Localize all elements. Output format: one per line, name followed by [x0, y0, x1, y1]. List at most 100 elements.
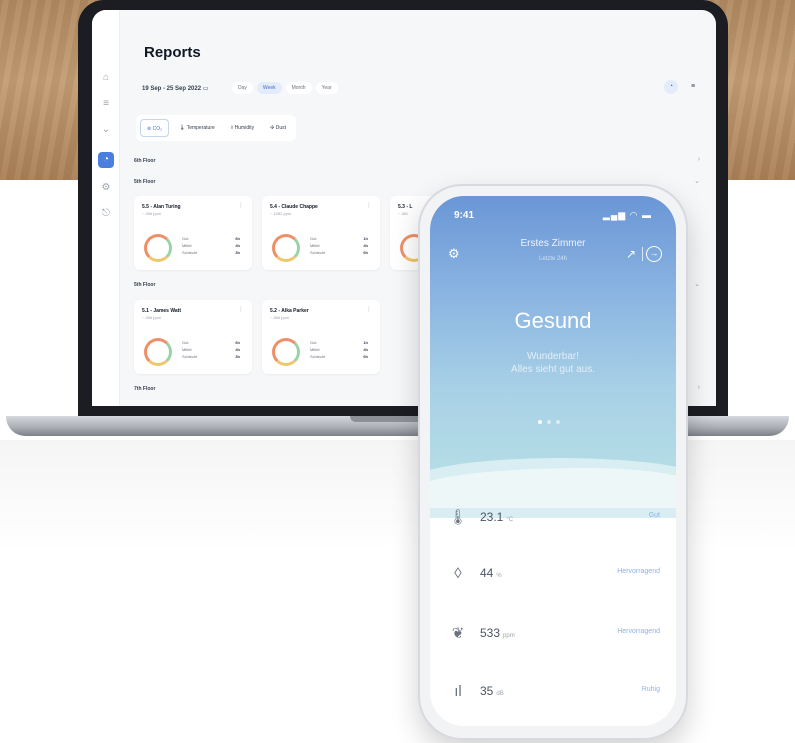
page-dot[interactable]: [547, 420, 551, 424]
legend-bad: Schlecht: [310, 250, 326, 255]
floor-header[interactable]: 5th Floor: [134, 179, 155, 185]
tab-co2[interactable]: ⊚ CO₂: [140, 119, 170, 137]
floor-header[interactable]: 6th Floor: [134, 158, 155, 164]
page-indicator: [538, 420, 560, 424]
legend-medium: Mittel: [182, 243, 192, 248]
chart-view-icon[interactable]: ◔: [664, 80, 678, 94]
sidebar-rail: ⌂ ≡ ⌄ ◔ ⚙ ⎋: [92, 10, 120, 406]
tab-humidity[interactable]: ◊ Humidity: [225, 119, 260, 137]
reading-row-temperature[interactable]: 🌡 23.1 °C Gut: [430, 492, 676, 548]
value-bad: 3h: [235, 250, 240, 255]
page-dot[interactable]: [556, 420, 560, 424]
room-name: 5.5 - Alan Turing: [142, 204, 181, 210]
value-bad: 6h: [363, 354, 368, 359]
reading-unit: dB: [496, 691, 504, 697]
list-icon[interactable]: ≡: [98, 96, 114, 112]
room-card[interactable]: 5.5 - Alan Turing ~ 456 ppm ⋮ Gut Mittel…: [134, 196, 252, 270]
reading-unit: °C: [506, 517, 514, 523]
donut-chart: [272, 234, 300, 262]
reports-icon[interactable]: ◔: [98, 152, 114, 168]
reading-rating: Gut: [648, 512, 660, 519]
reading-number: 23.1: [480, 510, 504, 524]
room-reading: ~ 1082 ppm: [270, 211, 292, 216]
home-icon[interactable]: ⌂: [98, 70, 114, 86]
legend-bad: Schlecht: [182, 354, 198, 359]
reading-value: 23.1 °C: [480, 510, 513, 524]
logout-icon[interactable]: ⎋: [98, 206, 114, 222]
legend-good: Gut: [182, 340, 189, 345]
reading-row-co2[interactable]: ❦ 533 ppm Hervorragend: [430, 608, 676, 664]
chevron-right-icon[interactable]: ›: [698, 384, 700, 391]
value-good: 1h: [363, 340, 368, 345]
reading-row-noise[interactable]: ıl 35 dB Ruhig: [430, 666, 676, 722]
leaf-icon: ❦: [451, 625, 465, 642]
clock: 9:41: [454, 210, 475, 221]
legend-medium: Mittel: [310, 347, 320, 352]
exit-icon[interactable]: →: [646, 246, 662, 262]
reading-rating: Hervorragend: [617, 568, 660, 575]
legend-good: Gut: [310, 236, 317, 241]
reading-number: 44: [480, 566, 494, 580]
room-reading: ~ 856 ppm: [270, 315, 290, 320]
tab-dust[interactable]: ✣ Dust: [264, 119, 292, 137]
list-view-icon[interactable]: ≡: [686, 80, 700, 94]
divider: [642, 247, 643, 261]
more-icon[interactable]: ⋮: [366, 306, 372, 313]
value-bad: 6h: [363, 250, 368, 255]
status-message-line: Wunderbar!: [526, 351, 580, 362]
reading-number: 35: [480, 684, 494, 698]
reading-value: 35 dB: [480, 684, 504, 698]
more-icon[interactable]: ⋮: [238, 202, 244, 209]
chevron-down-icon[interactable]: ⌄: [694, 177, 700, 185]
settings-icon[interactable]: ⚙: [98, 180, 114, 196]
tab-co2-label: CO₂: [152, 126, 163, 132]
tab-temperature[interactable]: 🌡 Temperature: [173, 119, 221, 137]
value-good: 6h: [235, 340, 240, 345]
value-medium: 4h: [363, 347, 368, 352]
reading-rating: Ruhig: [641, 686, 660, 693]
calendar-icon: ▭: [202, 86, 209, 92]
status-icons: ▂▄▆ ◠ ▬: [602, 210, 652, 220]
value-good: 6h: [235, 236, 240, 241]
room-title: Erstes Zimmer: [520, 238, 586, 249]
more-icon[interactable]: ⋮: [366, 202, 372, 209]
room-card[interactable]: 5.2 - Alka Parker ~ 856 ppm ⋮ Gut Mittel…: [262, 300, 380, 374]
tab-temperature-label: Temperature: [186, 125, 215, 131]
tab-year[interactable]: Year: [315, 82, 338, 94]
status-message-line: Alles sieht gut aus.: [511, 364, 595, 375]
tab-humidity-label: Humidity: [234, 125, 255, 131]
page-title: Reports: [144, 44, 201, 61]
room-name: 5.1 - James Watt: [142, 308, 181, 314]
room-reading: ~ 456 ppm: [142, 315, 162, 320]
tab-month[interactable]: Month: [285, 82, 312, 94]
legend-medium: Mittel: [310, 243, 320, 248]
more-icon[interactable]: ⋮: [238, 306, 244, 313]
droplet-icon: ◊: [454, 565, 462, 582]
date-range-label: 19 Sep - 25 Sep 2022: [142, 86, 202, 92]
room-card[interactable]: 5.4 - Claude Chappe ~ 1082 ppm ⋮ Gut Mit…: [262, 196, 380, 270]
tab-dust-label: Dust: [275, 125, 286, 131]
status-message: Wunderbar! Alles sieht gut aus.: [430, 350, 676, 376]
chevron-down-icon[interactable]: ⌄: [694, 280, 700, 288]
metric-tabs: ⊚ CO₂ 🌡 Temperature ◊ Humidity ✣ Dust: [136, 115, 296, 141]
tab-week[interactable]: Week: [256, 82, 282, 94]
chevron-icon[interactable]: ⌄: [98, 122, 114, 138]
floor-header[interactable]: 5th Floor: [134, 282, 155, 288]
room-name: 5.4 - Claude Chappe: [270, 204, 318, 210]
room-card[interactable]: 5.1 - James Watt ~ 456 ppm ⋮ Gut Mittel …: [134, 300, 252, 374]
legend-good: Gut: [310, 340, 317, 345]
floor-header[interactable]: 7th Floor: [134, 386, 155, 392]
date-range-picker[interactable]: 19 Sep - 25 Sep 2022 ▭: [138, 82, 212, 96]
phone-screen: 9:41 ▂▄▆ ◠ ▬ ⚙ Erstes Zimmer Letzte 24h …: [430, 196, 676, 726]
reading-value: 44%: [480, 566, 502, 580]
tab-day[interactable]: Day: [232, 82, 253, 94]
chevron-right-icon[interactable]: ›: [698, 156, 700, 163]
legend-good: Gut: [182, 236, 189, 241]
page-dot[interactable]: [538, 420, 542, 424]
view-toggle: ◔ ≡: [664, 80, 700, 94]
reading-row-humidity[interactable]: ◊ 44% Hervorragend: [430, 548, 676, 604]
reading-number: 533: [480, 626, 501, 640]
noise-icon: ıl: [454, 683, 462, 700]
value-bad: 3h: [235, 354, 240, 359]
chart-icon[interactable]: ↗: [626, 247, 636, 261]
